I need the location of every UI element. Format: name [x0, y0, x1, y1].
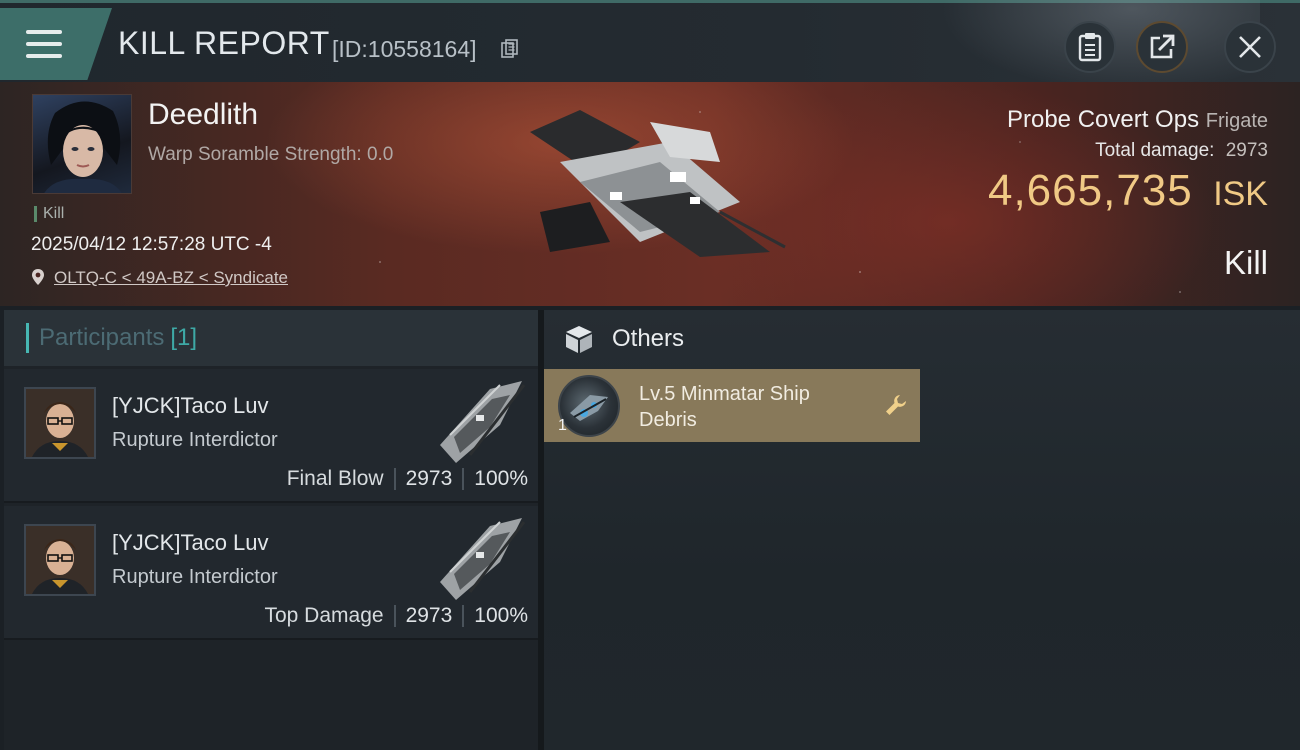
- participant-ship: Rupture Interdictor: [112, 429, 278, 451]
- victim-ship-info: Probe Covert Ops Frigate Total damage: 2…: [988, 106, 1268, 216]
- stat-divider: [462, 468, 465, 490]
- participant-ship-image[interactable]: [430, 512, 528, 604]
- victim-ship-name[interactable]: Probe Covert Ops: [1007, 106, 1199, 133]
- kill-timestamp: 2025/04/12 12:57:28 UTC -4: [31, 234, 272, 255]
- report-id: [ID:10558164]: [332, 36, 477, 62]
- victim-ship-class: Frigate: [1205, 110, 1268, 132]
- participant-row[interactable]: [YJCK]Taco Luv Rupture Interdictor Top D…: [4, 506, 538, 640]
- participant-damage: 2973: [405, 467, 453, 490]
- participants-count: [1]: [170, 324, 198, 351]
- participants-header: Participants [1]: [4, 310, 538, 366]
- stat-divider: [393, 605, 396, 627]
- close-button[interactable]: [1224, 21, 1276, 73]
- close-icon: [1239, 36, 1261, 58]
- item-quantity: 1: [558, 417, 567, 434]
- wrench-icon[interactable]: [884, 393, 908, 417]
- victim-name: Deedlith: [148, 98, 259, 131]
- kill-tag: Kill: [34, 206, 64, 222]
- warp-scramble-strength: Warp Soramble Strength: 0.0: [148, 144, 394, 165]
- participant-ship: Rupture Interdictor: [112, 566, 278, 588]
- participant-stats: Final Blow 2973 100%: [287, 467, 528, 491]
- participant-avatar[interactable]: [24, 524, 96, 596]
- box-icon: [566, 326, 592, 353]
- stat-divider: [393, 468, 396, 490]
- participants-title: Participants: [39, 324, 165, 351]
- share-icon: [1150, 34, 1175, 59]
- total-damage-value: 2973: [1225, 140, 1268, 161]
- participant-row[interactable]: [YJCK]Taco Luv Rupture Interdictor Final…: [4, 369, 538, 503]
- isk-unit: ISK: [1213, 175, 1268, 213]
- victim-ship-image[interactable]: [520, 102, 790, 272]
- loot-item[interactable]: 1 Lv.5 Minmatar Ship Debris: [544, 369, 920, 442]
- participant-percent: 100%: [474, 467, 528, 490]
- participant-name: [YJCK]Taco Luv: [112, 530, 269, 555]
- result-label: Kill: [1223, 244, 1268, 281]
- participants-panel: Participants [1] [YJCK]Taco Luv Rupture …: [4, 310, 538, 750]
- total-damage-label: Total damage:: [1095, 140, 1215, 161]
- page-title: KILL REPORT: [118, 25, 330, 61]
- participant-role: Final Blow: [286, 467, 384, 490]
- participant-stats: Top Damage 2973 100%: [264, 604, 528, 628]
- participant-role: Top Damage: [264, 604, 384, 627]
- others-title: Others: [612, 325, 685, 352]
- participant-percent: 100%: [474, 604, 528, 627]
- location-pin-icon: [32, 269, 44, 285]
- isk-value: 4,665,735: [987, 166, 1193, 215]
- menu-icon: [26, 30, 62, 58]
- others-panel: Others 1 Lv.5 Minmatar Ship Debris: [544, 310, 1300, 750]
- ship-debris-icon: [558, 375, 620, 437]
- participant-damage: 2973: [405, 604, 453, 627]
- victim-banner: Deedlith Warp Soramble Strength: 0.0 Kil…: [0, 82, 1300, 306]
- item-name: Lv.5 Minmatar Ship Debris: [639, 383, 810, 431]
- clipboard-button[interactable]: [1064, 21, 1116, 73]
- menu-button[interactable]: [0, 8, 112, 80]
- share-button[interactable]: [1136, 21, 1188, 73]
- clipboard-icon: [1078, 33, 1102, 62]
- isk-loss: 4,665,735 ISK: [988, 166, 1268, 216]
- victim-avatar[interactable]: [32, 94, 132, 194]
- victim-ship-line: Probe Covert Ops Frigate: [988, 106, 1268, 134]
- copy-icon[interactable]: [501, 39, 519, 59]
- participant-avatar[interactable]: [24, 387, 96, 459]
- total-damage: Total damage: 2973: [988, 140, 1268, 162]
- participant-ship-image[interactable]: [430, 375, 528, 467]
- stat-divider: [462, 605, 465, 627]
- others-header: Others: [544, 310, 1300, 368]
- participant-name: [YJCK]Taco Luv: [112, 393, 269, 418]
- kill-location-link[interactable]: OLTQ-C < 49A-BZ < Syndicate: [54, 268, 288, 288]
- top-bar: KILL REPORT [ID:10558164]: [0, 0, 1300, 93]
